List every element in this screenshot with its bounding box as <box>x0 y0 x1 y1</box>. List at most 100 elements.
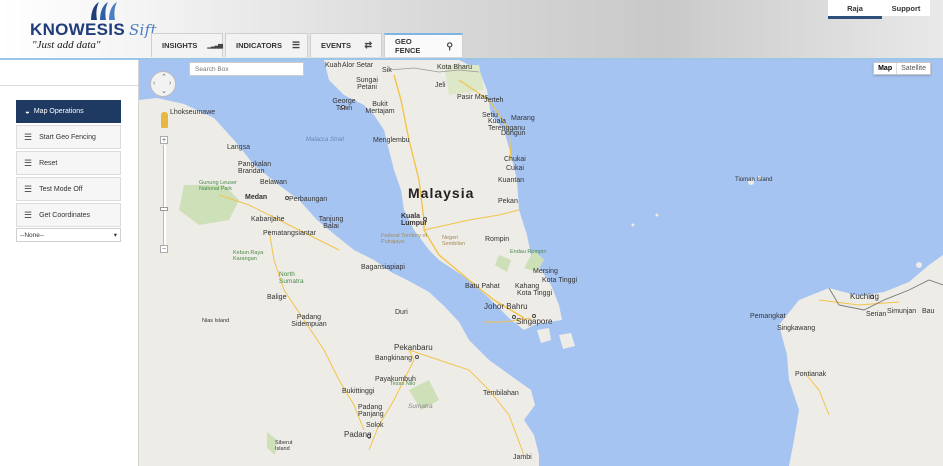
map-operations-menu: ◒ Map Operations ☰ Start Geo Fencing ☰ R… <box>16 100 121 242</box>
region-label: Negeri Sembilan <box>442 235 465 247</box>
tab-events[interactable]: EVENTS ⇄ <box>310 33 382 57</box>
place-label: Pematangsiantar <box>263 230 316 237</box>
zoom-slider-thumb[interactable] <box>160 207 168 211</box>
place-label: Lhokseumawe <box>170 109 216 116</box>
tab-geo-fence[interactable]: GEO FENCE ⚲ <box>384 33 463 57</box>
place-label: Belawan <box>260 179 287 186</box>
city-marker <box>285 196 289 200</box>
get-coordinates-button[interactable]: ☰ Get Coordinates <box>16 203 121 227</box>
brand-name: KNOWESIS Sift <box>30 20 157 39</box>
place-label: Kota Tinggi <box>517 290 553 297</box>
place-label: Balige <box>267 294 287 301</box>
pan-up-icon[interactable]: ⌃ <box>161 73 167 81</box>
place-label: Mersing <box>533 268 558 275</box>
left-panel-top <box>0 60 138 86</box>
map-operations-header[interactable]: ◒ Map Operations <box>16 100 121 123</box>
place-label: Langsa <box>227 144 250 151</box>
place-label: Batu Pahat <box>465 283 500 290</box>
place-label: Pangkalan Brandan <box>238 161 272 175</box>
place-label: Kahang <box>515 283 540 290</box>
place-label: Serian <box>866 311 887 318</box>
place-label: Pemangkat <box>750 313 786 320</box>
tab-indicators[interactable]: INDICATORS ☰ <box>225 33 308 57</box>
list-icon: ☰ <box>291 40 301 50</box>
city-marker <box>532 314 536 318</box>
zoom-out-button[interactable]: − <box>160 245 168 253</box>
map-pan-control[interactable]: ⌃ ⌄ ‹ › <box>150 71 176 97</box>
place-label: Bau <box>922 308 935 315</box>
park-label: Gunung Leuser National Park <box>199 180 237 192</box>
pan-down-icon[interactable]: ⌄ <box>161 87 167 95</box>
region-label: North Sumatra <box>279 271 304 285</box>
zoom-slider-rail[interactable] <box>163 145 166 248</box>
park-label: Tesso Nilo <box>390 381 416 387</box>
menu-lines-icon: ☰ <box>24 183 33 194</box>
place-label: Jeli <box>435 82 446 89</box>
pan-right-icon[interactable]: › <box>169 80 171 87</box>
place-label: Marang <box>511 115 535 122</box>
brand-tagline: "Just add data" <box>32 39 101 51</box>
menu-lines-icon: ☰ <box>24 209 33 220</box>
menu-lines-icon: ☰ <box>24 157 33 168</box>
park-label: Endau Rompin <box>510 249 547 255</box>
place-label: Jambi <box>513 454 532 461</box>
place-label: Kabanjahe <box>251 216 285 223</box>
left-panel: ◒ Map Operations ☰ Start Geo Fencing ☰ R… <box>0 60 139 466</box>
city-marker <box>367 434 371 438</box>
main-tabs: INSIGHTS ▁▂▃▅ INDICATORS ☰ EVENTS ⇄ GEO … <box>151 33 465 58</box>
geofence-select[interactable]: --None-- ▾ <box>16 228 121 242</box>
logo-mark-icon <box>91 2 117 20</box>
start-geo-fencing-button[interactable]: ☰ Start Geo Fencing <box>16 125 121 149</box>
island-label: Tioman Island <box>735 177 773 183</box>
bar-chart-icon: ▁▂▃▅ <box>207 43 223 49</box>
user-name-button[interactable]: Raja <box>828 0 882 19</box>
place-label: Bukit Mertajam <box>365 101 395 115</box>
city-marker <box>870 295 874 299</box>
place-label: Padang Sidempuan <box>291 314 327 328</box>
knowesis-logo[interactable]: KNOWESIS Sift "Just add data" <box>30 0 157 54</box>
map-type-satellite-button[interactable]: Satellite <box>897 63 930 74</box>
place-label: Pekanbaru <box>394 343 433 352</box>
map-canvas[interactable]: Map Satellite ⌃ ⌄ ‹ › + − Malaysia Malac… <box>139 60 943 466</box>
place-label: Sik <box>382 67 392 74</box>
country-label: Malaysia <box>408 185 475 201</box>
place-label: Bagansiapiapi <box>361 264 405 271</box>
menu-lines-icon: ☰ <box>24 131 33 142</box>
place-label: Perbaungan <box>289 196 328 203</box>
pan-left-icon[interactable]: ‹ <box>153 80 155 87</box>
place-label: Kuching <box>850 292 879 301</box>
map-land-layer <box>139 60 943 466</box>
street-view-pegman-icon[interactable] <box>161 112 168 128</box>
map-pin-icon: ⚲ <box>446 40 453 51</box>
user-menu: Raja Support <box>828 0 930 19</box>
support-link[interactable]: Support <box>882 0 930 16</box>
dropdown-arrow-icon: ▾ <box>113 232 117 239</box>
place-label: Singapore <box>516 317 553 326</box>
place-label: Jerteh <box>484 97 504 104</box>
place-label: Cukai <box>506 165 524 172</box>
place-label: Tembilahan <box>483 390 519 397</box>
sea-label: Malacca Strait <box>306 137 345 143</box>
place-label: Singkawang <box>777 325 816 332</box>
test-mode-toggle[interactable]: ☰ Test Mode Off <box>16 177 121 201</box>
tab-insights[interactable]: INSIGHTS ▁▂▃▅ <box>151 33 223 57</box>
reset-button[interactable]: ☰ Reset <box>16 151 121 175</box>
place-label: Simunjan <box>887 308 917 315</box>
place-label: Kuala Lumpur <box>401 213 428 227</box>
place-label: Bukittinggi <box>342 388 375 395</box>
refresh-icon: ⇄ <box>364 40 372 50</box>
region-label: Sumatra <box>408 403 433 410</box>
place-label: Kuantan <box>498 177 525 184</box>
map-type-map-button[interactable]: Map <box>874 63 898 74</box>
place-label: Padang Panjang <box>358 404 384 418</box>
place-label: Kuah <box>325 62 342 69</box>
map-search-input[interactable] <box>189 62 304 76</box>
app-header: KNOWESIS Sift "Just add data" INSIGHTS ▁▂… <box>0 0 943 58</box>
place-label: Alor Setar <box>342 62 374 69</box>
island-label: Nias Island <box>202 318 230 324</box>
place-label: Duri <box>395 309 408 316</box>
zoom-in-button[interactable]: + <box>160 136 168 144</box>
city-marker <box>423 217 427 221</box>
city-marker <box>415 355 419 359</box>
place-label: Dungun <box>501 130 526 137</box>
